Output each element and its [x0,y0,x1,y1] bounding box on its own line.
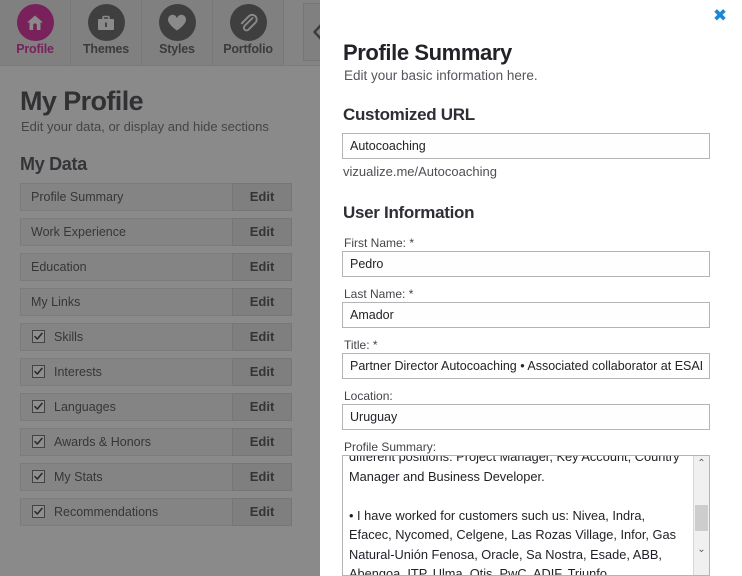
dialog-title: Profile Summary [343,40,512,65]
profile-summary-label: Profile Summary: [344,440,437,454]
first-name-input[interactable] [342,251,710,277]
scrollbar-thumb[interactable] [695,505,708,531]
customized-url-input[interactable] [342,133,710,159]
location-input[interactable] [342,404,710,430]
customized-url-heading: Customized URL [343,105,475,124]
scroll-up-icon[interactable]: ⌃ [694,456,709,471]
title-input[interactable] [342,353,710,379]
dialog-subtitle: Edit your basic information here. [344,68,538,83]
scroll-down-icon[interactable]: ⌄ [694,542,709,557]
first-name-label: First Name: * [344,236,415,250]
last-name-label: Last Name: * [344,287,414,301]
location-label: Location: [344,389,393,403]
close-icon[interactable]: ✖ [710,6,730,26]
url-preview-text: vizualize.me/Autocoaching [343,164,497,179]
summary-scrollbar[interactable]: ⌃ ⌄ [693,456,709,575]
profile-summary-dialog: ✖ Profile Summary Edit your basic inform… [320,0,742,576]
profile-summary-textarea[interactable]: different positions: Project Manager, Ke… [342,455,710,576]
profile-summary-text: different positions: Project Manager, Ke… [349,455,680,576]
user-information-heading: User Information [343,203,475,222]
title-label: Title: * [344,338,378,352]
last-name-input[interactable] [342,302,710,328]
